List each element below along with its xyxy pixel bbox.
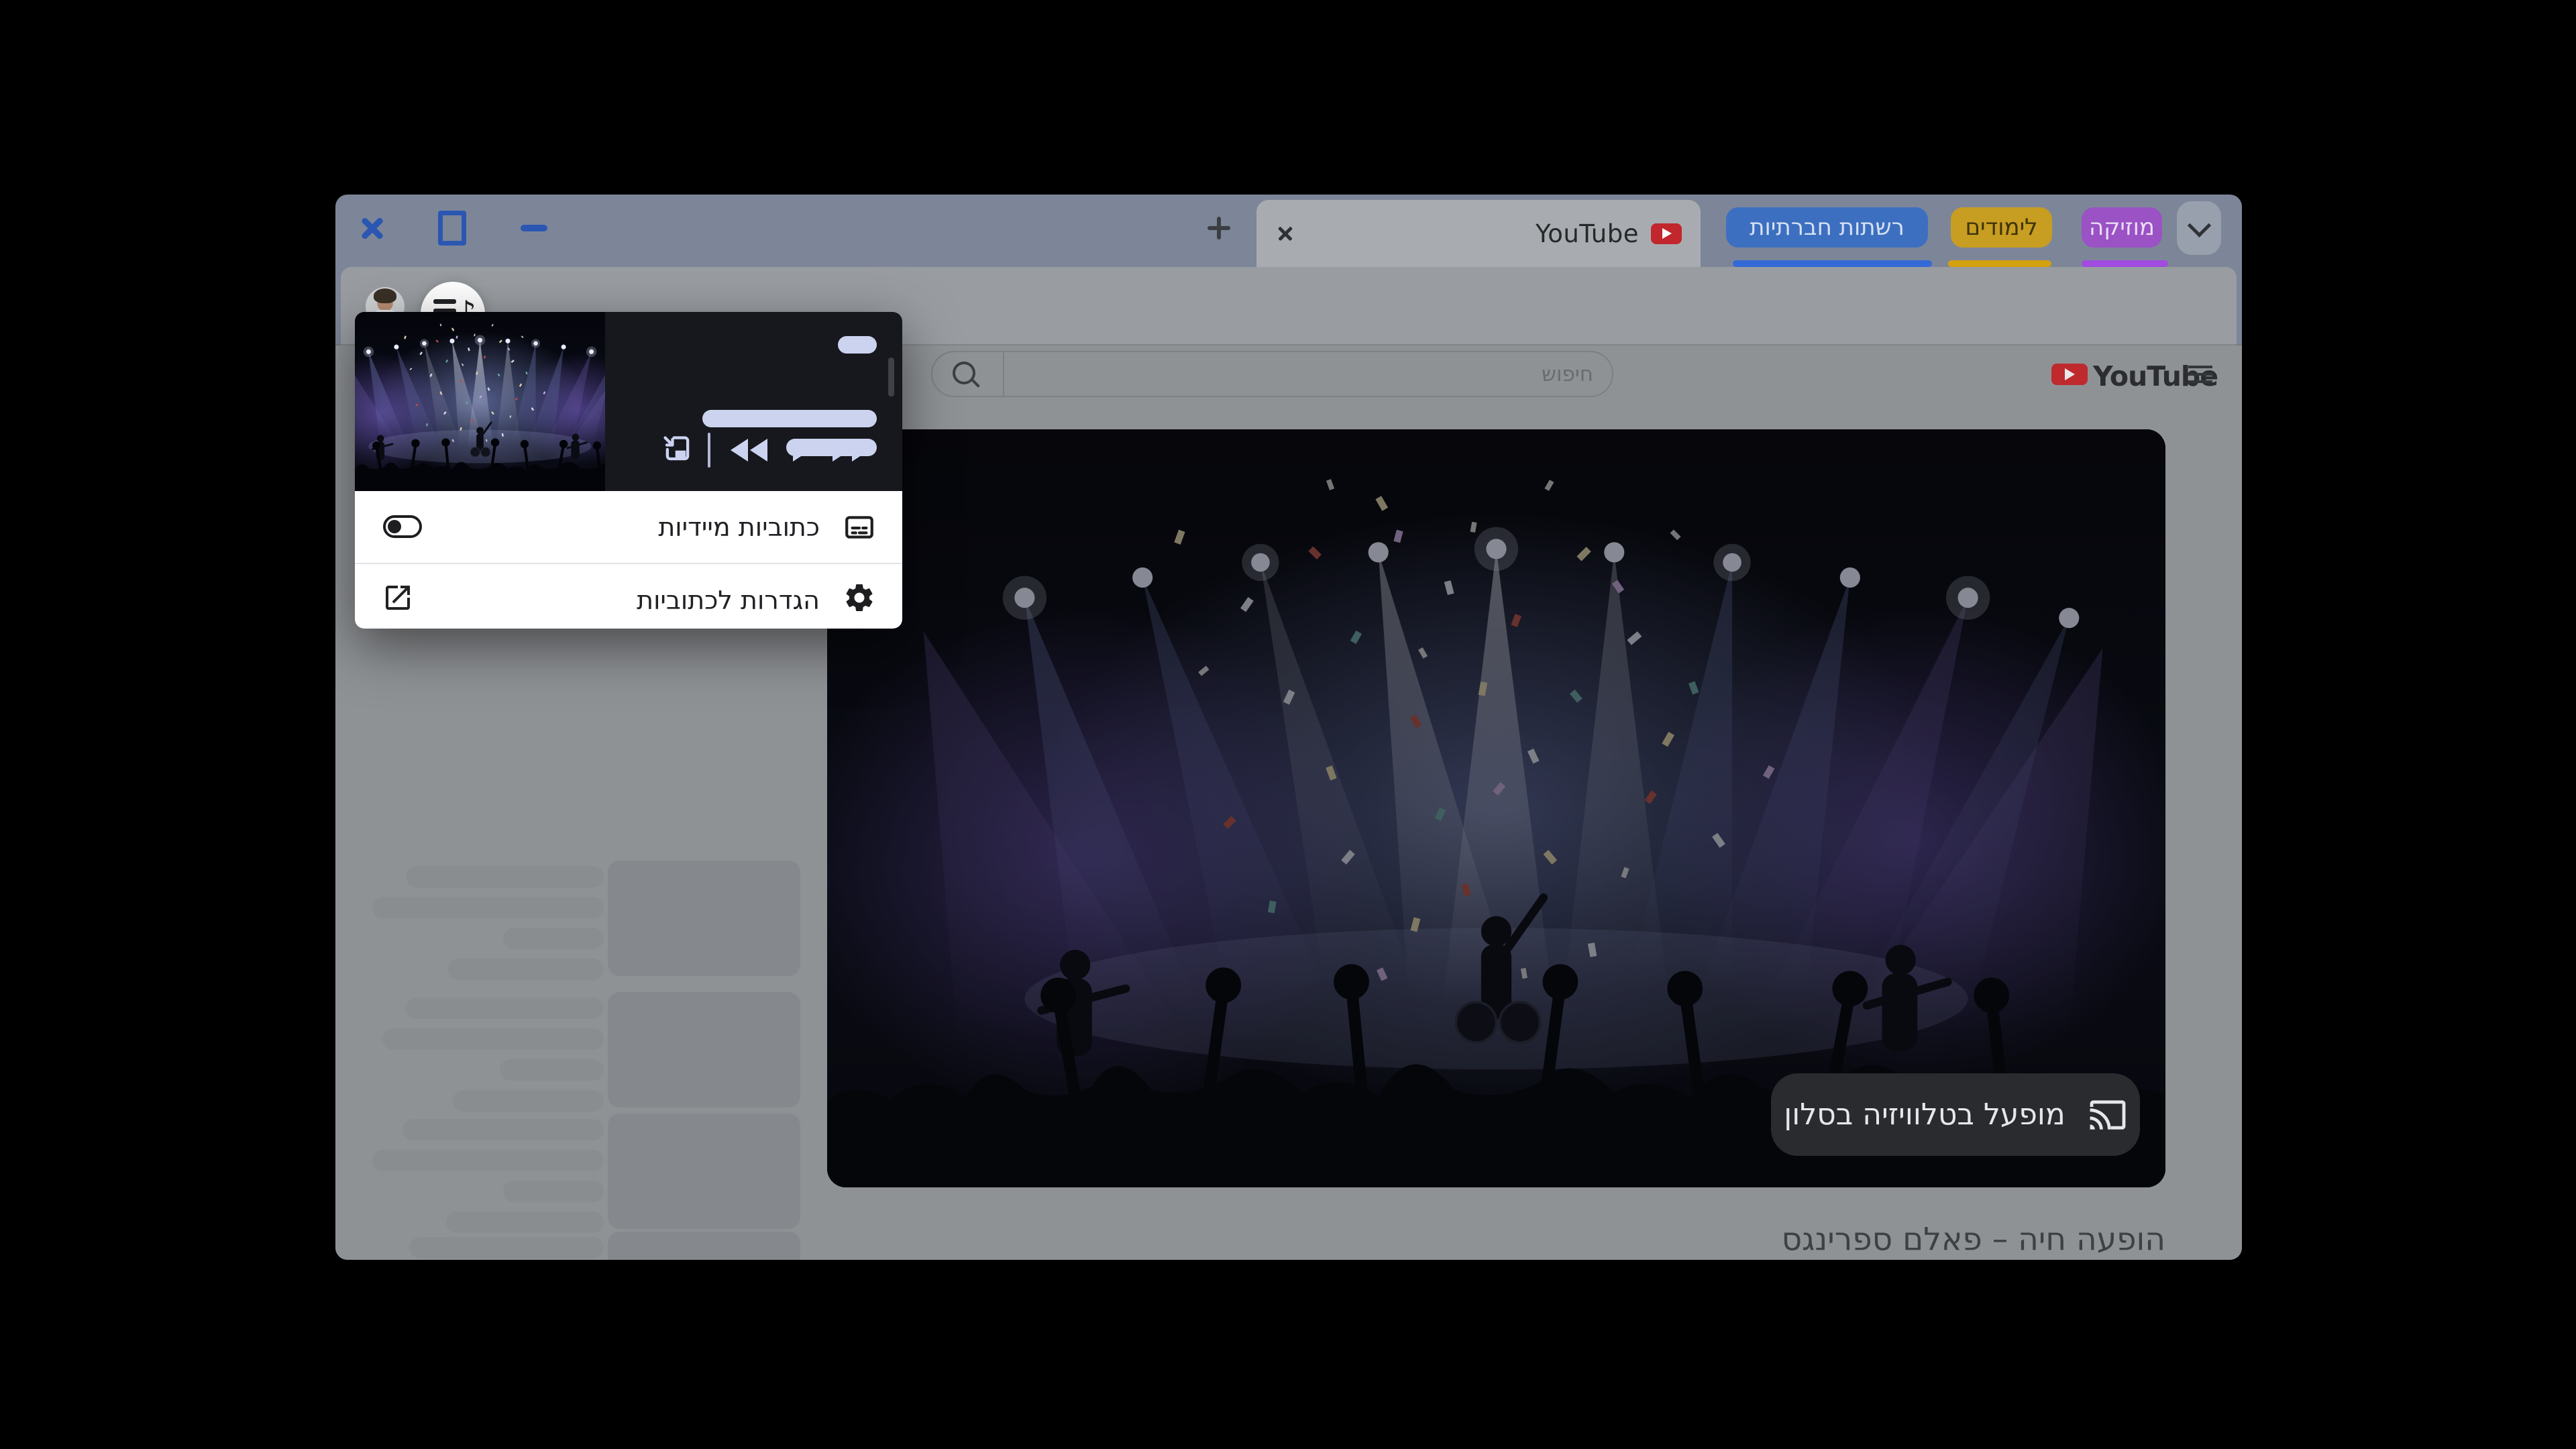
skeleton-text-line — [372, 897, 604, 918]
tab-group-studies[interactable]: לימודים — [1951, 207, 2052, 248]
menu-button[interactable] — [2188, 366, 2212, 383]
skeleton-thumbnail — [608, 992, 800, 1108]
live-captions-label: כתוביות מיידיות — [658, 512, 820, 542]
tab-group-label: מוזיקה — [2088, 214, 2155, 241]
skeleton-text-line — [503, 1181, 604, 1202]
media-controls-popup: כתוביות מיידיות הגדרות לכתוביות — [355, 312, 902, 629]
cast-status-pill: מופעל בטלוויזיה בסלון — [1771, 1073, 2140, 1156]
caption-settings-row[interactable]: הגדרות לכתוביות — [355, 564, 902, 636]
search-placeholder: חיפוש — [1542, 362, 1593, 386]
media-artwork — [355, 312, 605, 491]
chevron-down-icon — [2187, 213, 2211, 237]
picture-in-picture-button[interactable] — [659, 431, 696, 469]
media-artist-skeleton — [702, 410, 877, 427]
browser-window: YouTube רשתות חברתיות לימודים מוזיקה חיפ… — [335, 195, 2242, 1260]
open-in-new-icon — [379, 579, 417, 616]
youtube-logo-icon[interactable] — [2051, 364, 2088, 385]
skeleton-thumbnail — [608, 1232, 800, 1260]
window-minimize-button[interactable] — [518, 212, 550, 244]
screen: YouTube רשתות חברתיות לימודים מוזיקה חיפ… — [0, 0, 2576, 1449]
skeleton-text-line — [446, 1212, 604, 1233]
fast-forward-icon — [833, 439, 869, 462]
window-maximize-button[interactable] — [436, 211, 468, 246]
skeleton-text-line — [382, 1028, 604, 1050]
tab-title: YouTube — [1536, 219, 1639, 248]
tab-group-underline — [1948, 260, 2051, 267]
caption-settings-label: הגדרות לכתוביות — [637, 585, 820, 615]
tab-search-button[interactable] — [2177, 201, 2221, 255]
scrollbar-thumb[interactable] — [888, 358, 894, 396]
live-captions-row[interactable]: כתוביות מיידיות — [355, 491, 902, 563]
previous-track-button[interactable] — [731, 431, 767, 469]
skeleton-text-line — [500, 1059, 604, 1081]
controls-divider — [708, 433, 710, 468]
search-icon — [953, 362, 975, 384]
skeleton-text-line — [453, 1090, 604, 1112]
skeleton-text-line — [409, 1237, 604, 1258]
search-bar[interactable]: חיפוש — [931, 351, 1613, 397]
youtube-favicon-icon — [1651, 223, 1682, 244]
tab-group-social[interactable]: רשתות חברתיות — [1726, 207, 1928, 248]
close-icon — [359, 215, 386, 241]
search-divider — [1003, 352, 1004, 396]
tab-group-label: לימודים — [1965, 214, 2038, 241]
tab-group-music[interactable]: מוזיקה — [2082, 207, 2162, 248]
window-close-button[interactable] — [356, 212, 388, 244]
youtube-page: חיפוש YouTube מופעל בטלוויזיה בסלון הופע… — [335, 312, 2242, 1260]
media-title-skeleton — [838, 336, 877, 354]
plus-icon — [1208, 217, 1230, 239]
gear-icon — [841, 579, 878, 616]
cast-icon — [2090, 1099, 2126, 1130]
skeleton-text-line — [406, 998, 604, 1019]
picture-in-picture-icon — [663, 436, 690, 461]
skeleton-text-line — [406, 866, 604, 888]
skeleton-text-line — [448, 959, 604, 980]
next-track-button[interactable] — [833, 431, 869, 469]
play-button[interactable] — [793, 431, 810, 469]
tab-group-underline — [1733, 260, 1932, 267]
tab-youtube[interactable]: YouTube — [1256, 200, 1701, 267]
skeleton-text-line — [402, 1119, 604, 1140]
minimize-icon — [521, 225, 547, 231]
rewind-icon — [731, 439, 767, 462]
media-session-card[interactable] — [355, 312, 902, 491]
skeleton-text-line — [372, 1150, 604, 1171]
new-tab-button[interactable] — [1203, 212, 1235, 244]
play-icon — [793, 439, 810, 462]
tab-close-icon[interactable] — [1277, 225, 1294, 242]
skeleton-thumbnail — [608, 1114, 800, 1229]
maximize-icon — [438, 211, 466, 246]
tab-group-label: רשתות חברתיות — [1750, 214, 1904, 241]
tab-group-underline — [2082, 260, 2168, 267]
captions-icon — [841, 508, 878, 546]
video-player[interactable]: מופעל בטלוויזיה בסלון — [827, 429, 2165, 1187]
skeleton-text-line — [503, 928, 604, 949]
skeleton-thumbnail — [608, 861, 800, 976]
cast-status-label: מופעל בטלוויזיה בסלון — [1784, 1097, 2065, 1132]
live-captions-toggle[interactable] — [383, 515, 422, 538]
video-title: הופעה חיה – פאלם ספרינגס — [1781, 1221, 2165, 1258]
